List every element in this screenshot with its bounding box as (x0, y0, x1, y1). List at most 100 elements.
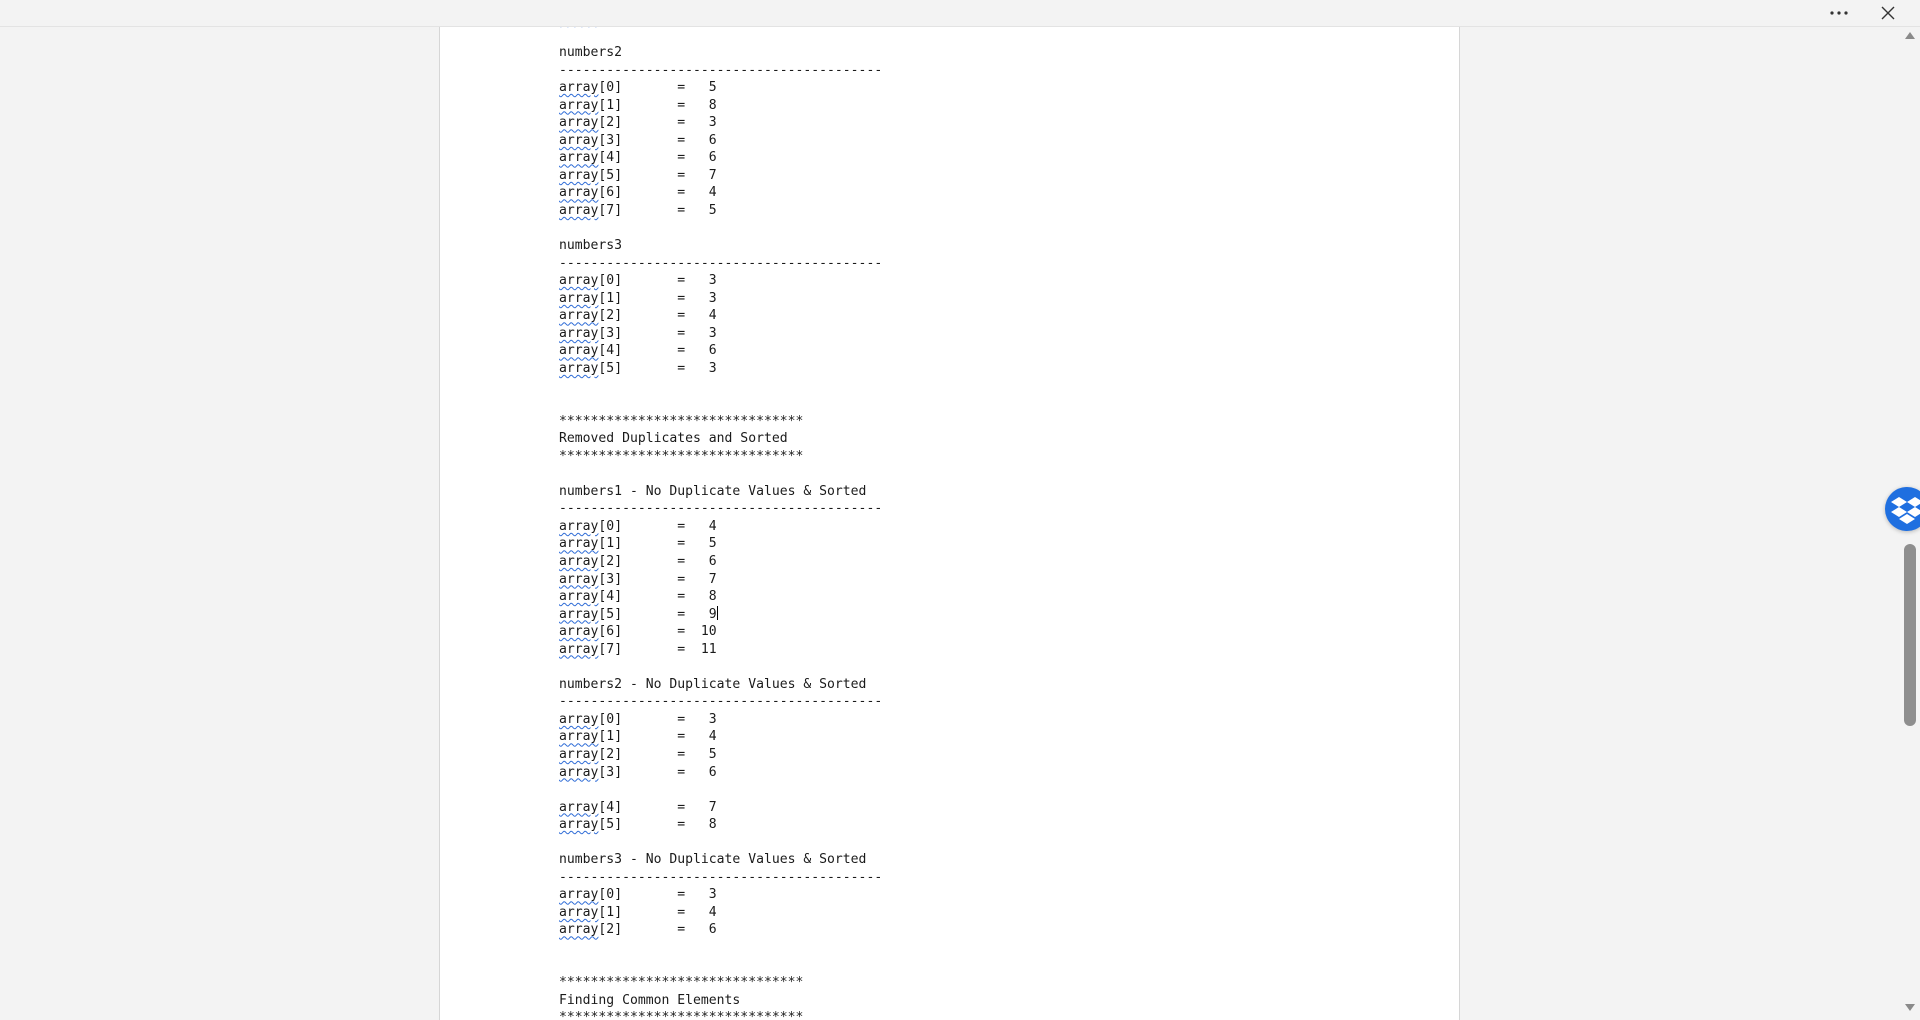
spelling-flagged-word: array (559, 308, 599, 324)
line-text: [2] = 3 (598, 115, 717, 131)
document-line: array[1] = 4 (559, 904, 882, 922)
spelling-flagged-word: array (559, 606, 599, 622)
document-line: numbers3 - No Duplicate Values & Sorted (559, 851, 882, 869)
document-line: array[6] = 10 (559, 623, 882, 641)
document-line: array[3] = 3 (559, 325, 882, 343)
document-line: ----------------------------------------… (559, 693, 882, 711)
dropbox-badge-button[interactable] (1885, 487, 1920, 531)
document-page[interactable]: array[7] = 5numbers2--------------------… (439, 0, 1460, 1020)
spelling-flagged-word: array (559, 80, 599, 96)
document-line: ----------------------------------------… (559, 62, 882, 80)
line-text: ******************************* (559, 413, 804, 429)
line-text: [0] = 3 (598, 273, 717, 289)
title-bar (0, 0, 1920, 27)
document-line: Removed Duplicates and Sorted (559, 430, 882, 448)
document-line: array[4] = 6 (559, 149, 882, 167)
line-text: ----------------------------------------… (559, 62, 883, 78)
spelling-flagged-word: array (559, 360, 599, 376)
document-text[interactable]: array[7] = 5numbers2--------------------… (559, 9, 882, 1020)
line-text: ******************************* (559, 975, 804, 991)
text-cursor (716, 605, 718, 620)
spelling-flagged-word: array (559, 343, 599, 359)
spelling-flagged-word: array (559, 115, 599, 131)
scrollbar-thumb[interactable] (1904, 544, 1916, 726)
spelling-flagged-word: array (559, 624, 599, 640)
document-line: array[5] = 9 (559, 605, 882, 624)
spelling-flagged-word: array (559, 799, 599, 815)
document-line: array[4] = 8 (559, 588, 882, 606)
document-line: array[1] = 3 (559, 290, 882, 308)
line-text: [3] = 6 (598, 132, 717, 148)
line-text: [1] = 8 (598, 97, 717, 113)
line-text: numbers3 (559, 238, 623, 254)
line-text: [5] = 7 (598, 167, 717, 183)
document-line: array[3] = 7 (559, 571, 882, 589)
line-text: [6] = 10 (598, 624, 717, 640)
document-line: array[1] = 5 (559, 535, 882, 553)
document-line: ******************************* (559, 448, 882, 466)
document-line: array[4] = 6 (559, 342, 882, 360)
line-text: [0] = 3 (598, 711, 717, 727)
line-text: [1] = 5 (598, 536, 717, 552)
line-text: [5] = 3 (598, 360, 717, 376)
spelling-flagged-word: array (559, 203, 599, 219)
line-text: ----------------------------------------… (559, 501, 883, 517)
line-text: [6] = 4 (598, 185, 717, 201)
document-line: array[5] = 8 (559, 816, 882, 834)
document-line: numbers2 (559, 44, 882, 62)
document-line: numbers1 - No Duplicate Values & Sorted (559, 483, 882, 501)
close-button[interactable] (1868, 0, 1908, 26)
spelling-flagged-word: array (559, 273, 599, 289)
document-line: array[4] = 7 (559, 799, 882, 817)
line-text: [1] = 4 (598, 729, 717, 745)
document-line: numbers2 - No Duplicate Values & Sorted (559, 676, 882, 694)
line-text: ******************************* (559, 1010, 804, 1020)
document-line: ******************************* (559, 413, 882, 431)
line-text: [3] = 7 (598, 571, 717, 587)
spelling-flagged-word: array (559, 290, 599, 306)
line-text: numbers2 - No Duplicate Values & Sorted (559, 676, 867, 692)
dropbox-icon (1891, 497, 1920, 524)
spelling-flagged-word: array (559, 641, 599, 657)
line-text: numbers2 (559, 45, 623, 61)
close-icon (1881, 6, 1895, 20)
document-line: array[7] = 5 (559, 202, 882, 220)
line-text: [3] = 3 (598, 325, 717, 341)
document-line: array[2] = 3 (559, 114, 882, 132)
document-line: ----------------------------------------… (559, 869, 882, 887)
spelling-flagged-word: array (559, 904, 599, 920)
document-line: array[2] = 6 (559, 553, 882, 571)
document-line: array[3] = 6 (559, 132, 882, 150)
spelling-flagged-word: array (559, 150, 599, 166)
line-text: Removed Duplicates and Sorted (559, 431, 788, 447)
line-text: [0] = 5 (598, 80, 717, 96)
line-text: [3] = 6 (598, 764, 717, 780)
document-line: array[0] = 3 (559, 886, 882, 904)
spelling-flagged-word: array (559, 553, 599, 569)
scroll-down-arrow-icon[interactable] (1905, 1004, 1915, 1011)
document-line: numbers3 (559, 237, 882, 255)
spelling-flagged-word: array (559, 729, 599, 745)
spelling-flagged-word: array (559, 518, 599, 534)
spelling-flagged-word: array (559, 536, 599, 552)
line-text: [2] = 5 (598, 746, 717, 762)
spelling-flagged-word: array (559, 571, 599, 587)
document-line: array[0] = 5 (559, 79, 882, 97)
spelling-flagged-word: array (559, 746, 599, 762)
line-text: [0] = 4 (598, 518, 717, 534)
document-line: array[5] = 7 (559, 167, 882, 185)
spelling-flagged-word: array (559, 887, 599, 903)
document-line: array[6] = 4 (559, 184, 882, 202)
more-options-button[interactable] (1819, 0, 1859, 26)
line-text: [5] = 8 (598, 817, 717, 833)
line-text: numbers1 - No Duplicate Values & Sorted (559, 483, 867, 499)
spelling-flagged-word: array (559, 764, 599, 780)
line-text: Finding Common Elements (559, 992, 741, 1008)
scroll-up-arrow-icon[interactable] (1905, 32, 1915, 39)
